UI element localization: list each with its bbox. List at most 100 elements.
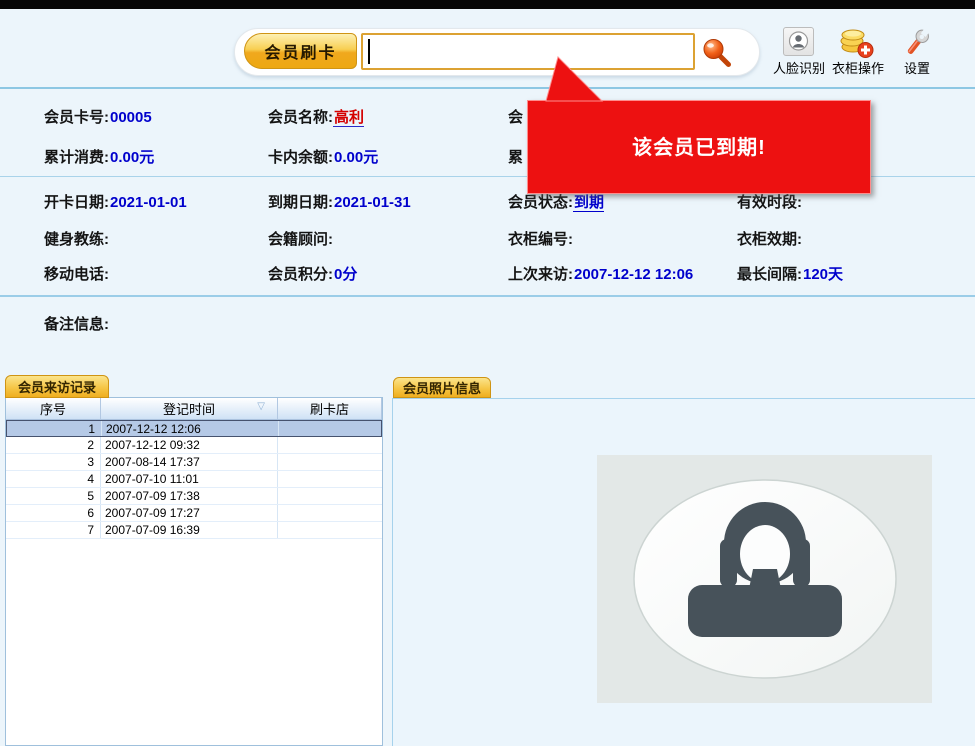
- cell-index: 3: [6, 454, 101, 470]
- section-divider: [0, 295, 975, 297]
- field-value: [802, 231, 803, 248]
- field-label: 开卡日期:: [44, 194, 109, 211]
- cell-store: [278, 437, 382, 453]
- field-value: [109, 231, 110, 248]
- face-recognition-icon: [784, 28, 813, 55]
- field-value: [109, 266, 110, 283]
- tab-visit-records[interactable]: 会员来访记录: [5, 375, 109, 398]
- field-value: 0分: [333, 266, 357, 283]
- sort-desc-icon[interactable]: ▽: [257, 401, 265, 412]
- text-caret: [368, 39, 370, 64]
- table-row[interactable]: 2 2007-12-12 09:32: [6, 437, 382, 454]
- field-label: 会员状态:: [508, 194, 573, 211]
- settings-label: 设置: [902, 58, 932, 77]
- cell-time: 2007-07-10 11:01: [101, 471, 278, 487]
- visit-records-table: 序号 登记时间 ▽ 刷卡店 1 2007-12-12 12:06 2 2007-…: [5, 397, 383, 746]
- field-total-spend: 累计消费:0.00元: [44, 146, 154, 167]
- field-value: 2007-12-12 12:06: [573, 266, 693, 283]
- cell-time: 2007-08-14 17:37: [101, 454, 278, 470]
- section-divider: [0, 87, 975, 89]
- top-black-bar: [0, 0, 975, 9]
- field-label: 有效时段:: [737, 194, 802, 211]
- table-row[interactable]: 3 2007-08-14 17:37: [6, 454, 382, 471]
- field-last-visit: 上次来访:2007-12-12 12:06: [508, 263, 693, 284]
- cell-index: 6: [6, 505, 101, 521]
- cell-time: 2007-07-09 17:38: [101, 488, 278, 504]
- field-covered-fragment-1: 会: [508, 106, 523, 127]
- cell-index: 2: [6, 437, 101, 453]
- column-header-time[interactable]: 登记时间 ▽: [101, 398, 278, 419]
- field-expire-date: 到期日期:2021-01-31: [268, 191, 411, 212]
- cell-store: [278, 471, 382, 487]
- field-locker-number: 衣柜编号:: [508, 228, 574, 249]
- field-label: 会员卡号:: [44, 109, 109, 126]
- field-label: 会籍顾问:: [268, 231, 333, 248]
- field-coach: 健身教练:: [44, 228, 110, 249]
- field-locker-expire: 衣柜效期:: [737, 228, 803, 249]
- field-value: 2021-01-01: [109, 194, 187, 211]
- field-valid-period: 有效时段:: [737, 191, 803, 212]
- field-label: 到期日期:: [268, 194, 333, 211]
- tab-member-photo[interactable]: 会员照片信息: [393, 377, 491, 398]
- field-value: [333, 231, 334, 248]
- settings-icon[interactable]: [902, 27, 932, 59]
- field-value: 0.00元: [333, 149, 378, 166]
- cell-time: 2007-07-09 16:39: [101, 522, 278, 538]
- field-membership-advisor: 会籍顾问:: [268, 228, 334, 249]
- field-open-date: 开卡日期:2021-01-01: [44, 191, 187, 212]
- search-magnifier-icon[interactable]: [700, 36, 733, 69]
- cell-index: 7: [6, 522, 101, 538]
- column-header-time-label: 登记时间: [163, 399, 215, 418]
- member-swipe-button[interactable]: 会员刷卡: [244, 33, 357, 69]
- field-value: 00005: [109, 109, 152, 126]
- field-covered-fragment-2: 累: [508, 146, 523, 167]
- column-header-index[interactable]: 序号: [6, 398, 101, 419]
- field-label: 备注信息:: [44, 316, 109, 333]
- table-row[interactable]: 1 2007-12-12 12:06: [6, 420, 382, 437]
- cell-store: [278, 454, 382, 470]
- field-label: 健身教练:: [44, 231, 109, 248]
- table-row[interactable]: 6 2007-07-09 17:27: [6, 505, 382, 522]
- field-member-points: 会员积分:0分: [268, 263, 357, 284]
- cell-index: 1: [7, 421, 102, 436]
- locker-operation-label: 衣柜操作: [829, 58, 887, 77]
- alert-pointer-tail: [540, 54, 650, 102]
- field-label: 累计消费:: [44, 149, 109, 166]
- field-member-name: 会员名称:高利: [268, 106, 364, 127]
- field-value: [802, 194, 803, 211]
- member-photo: [597, 455, 932, 703]
- field-mobile-phone: 移动电话:: [44, 263, 110, 284]
- table-row[interactable]: 7 2007-07-09 16:39: [6, 522, 382, 539]
- field-label: 衣柜编号:: [508, 231, 573, 248]
- cell-store: [278, 488, 382, 504]
- field-remark: 备注信息:: [44, 313, 110, 334]
- field-label: 会员名称:: [268, 109, 333, 126]
- locker-operation-icon[interactable]: [838, 25, 876, 59]
- field-label: 会: [508, 109, 523, 126]
- cell-store: [278, 522, 382, 538]
- cell-time: 2007-12-12 09:32: [101, 437, 278, 453]
- table-row[interactable]: 4 2007-07-10 11:01: [6, 471, 382, 488]
- alert-message: 该会员已到期!: [528, 101, 870, 160]
- member-expired-alert[interactable]: 该会员已到期!: [527, 100, 871, 194]
- table-header-row: 序号 登记时间 ▽ 刷卡店: [6, 398, 382, 420]
- field-value: [573, 231, 574, 248]
- field-value: [109, 316, 110, 333]
- member-photo-avatar-icon: [597, 455, 932, 703]
- field-label: 最长间隔:: [737, 266, 802, 283]
- cell-index: 5: [6, 488, 101, 504]
- member-swipe-screen: 会员刷卡: [0, 0, 975, 746]
- field-label: 卡内余额:: [268, 149, 333, 166]
- cell-time: 2007-12-12 12:06: [102, 421, 279, 436]
- field-label: 衣柜效期:: [737, 231, 802, 248]
- field-label: 会员积分:: [268, 266, 333, 283]
- field-card-balance: 卡内余额:0.00元: [268, 146, 378, 167]
- field-label: 移动电话:: [44, 266, 109, 283]
- column-header-store[interactable]: 刷卡店: [278, 398, 382, 419]
- table-row[interactable]: 5 2007-07-09 17:38: [6, 488, 382, 505]
- face-recognition-button[interactable]: [783, 27, 814, 56]
- cell-store: [279, 421, 381, 436]
- cell-time: 2007-07-09 17:27: [101, 505, 278, 521]
- cell-index: 4: [6, 471, 101, 487]
- cell-store: [278, 505, 382, 521]
